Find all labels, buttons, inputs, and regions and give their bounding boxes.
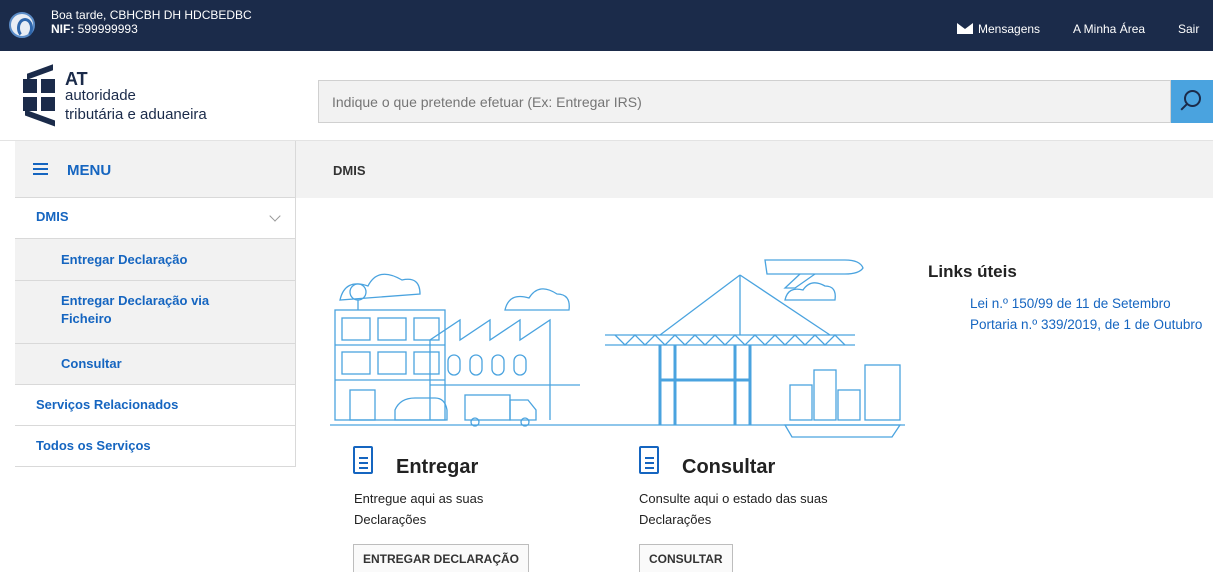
sidebar-item-dmis[interactable]: DMIS bbox=[15, 198, 296, 239]
sidebar-item-entregar-declaracao[interactable]: Entregar Declaração bbox=[15, 239, 296, 281]
sidebar-item-label: Todos os Serviços bbox=[36, 438, 151, 453]
menu-label: MENU bbox=[67, 162, 112, 179]
menu-toggle[interactable]: MENU bbox=[15, 141, 296, 198]
messages-link[interactable]: Mensagens bbox=[978, 22, 1040, 36]
link-portaria-339-2019[interactable]: Portaria n.º 339/2019, de 1 de Outubro bbox=[970, 314, 1205, 335]
search-icon bbox=[1184, 90, 1201, 107]
consultar-card-desc: Consulte aqui o estado das suas Declaraç… bbox=[639, 488, 828, 530]
logo-line-2: autoridade bbox=[65, 87, 136, 104]
sidebar-item-servicos-relacionados[interactable]: Serviços Relacionados bbox=[15, 385, 296, 426]
city-port-illustration bbox=[330, 259, 905, 438]
nif-label: NIF: bbox=[51, 22, 75, 36]
user-avatar-icon[interactable] bbox=[9, 12, 35, 38]
nif-text: NIF: 599999993 bbox=[51, 23, 138, 36]
sidebar-item-label: Entregar Declaração via Ficheiro bbox=[61, 293, 210, 326]
breadcrumb: DMIS bbox=[296, 141, 1213, 198]
links-uteis-title: Links úteis bbox=[928, 262, 1017, 281]
entregar-declaracao-button[interactable]: ENTREGAR DECLARAÇÃO bbox=[353, 544, 529, 572]
my-area-link[interactable]: A Minha Área bbox=[1073, 22, 1145, 36]
consultar-desc-line-2: Declarações bbox=[639, 512, 712, 527]
hamburger-icon bbox=[33, 163, 48, 175]
document-icon bbox=[639, 446, 659, 474]
sidebar-item-label: Serviços Relacionados bbox=[36, 397, 179, 412]
at-emblem-icon bbox=[23, 64, 59, 127]
consultar-button[interactable]: CONSULTAR bbox=[639, 544, 733, 572]
search-button[interactable] bbox=[1171, 80, 1213, 123]
links-uteis-list: Lei n.º 150/99 de 11 de Setembro Portari… bbox=[970, 293, 1205, 335]
document-icon bbox=[353, 446, 373, 474]
logout-link[interactable]: Sair bbox=[1178, 22, 1199, 36]
entregar-desc-line-2: Declarações bbox=[354, 512, 427, 527]
logo-line-3: tributária e aduaneira bbox=[65, 106, 207, 123]
link-lei-150-99[interactable]: Lei n.º 150/99 de 11 de Setembro bbox=[970, 293, 1205, 314]
page-title: DMIS bbox=[333, 163, 366, 178]
entregar-desc-line-1: Entregue aqui as suas bbox=[354, 491, 484, 506]
consultar-card-title: Consultar bbox=[682, 456, 776, 478]
sidebar-item-entregar-via-ficheiro[interactable]: Entregar Declaração via Ficheiro bbox=[15, 281, 296, 344]
sidebar-item-todos-servicos[interactable]: Todos os Serviços bbox=[15, 426, 296, 467]
consultar-desc-line-1: Consulte aqui o estado das suas bbox=[639, 491, 828, 506]
chevron-down-icon[interactable] bbox=[269, 210, 281, 222]
at-logo[interactable]: AT autoridade tributária e aduaneira bbox=[23, 64, 263, 128]
greeting-text: Boa tarde, CBHCBH DH HDCBEDBC bbox=[51, 8, 252, 22]
search-input[interactable] bbox=[318, 80, 1171, 123]
sidebar-item-label: DMIS bbox=[36, 209, 69, 224]
entregar-card-title: Entregar bbox=[396, 456, 479, 478]
sidebar-item-label: Entregar Declaração bbox=[61, 252, 188, 267]
entregar-card-desc: Entregue aqui as suas Declarações bbox=[354, 488, 483, 530]
logo-acronym: AT bbox=[65, 69, 88, 89]
sidebar-item-label: Consultar bbox=[61, 356, 122, 371]
nif-value: 599999993 bbox=[77, 22, 138, 36]
sidebar-item-consultar[interactable]: Consultar bbox=[15, 344, 296, 385]
top-bar: Boa tarde, CBHCBH DH HDCBEDBC NIF: 59999… bbox=[0, 0, 1213, 51]
envelope-icon[interactable] bbox=[957, 23, 973, 34]
